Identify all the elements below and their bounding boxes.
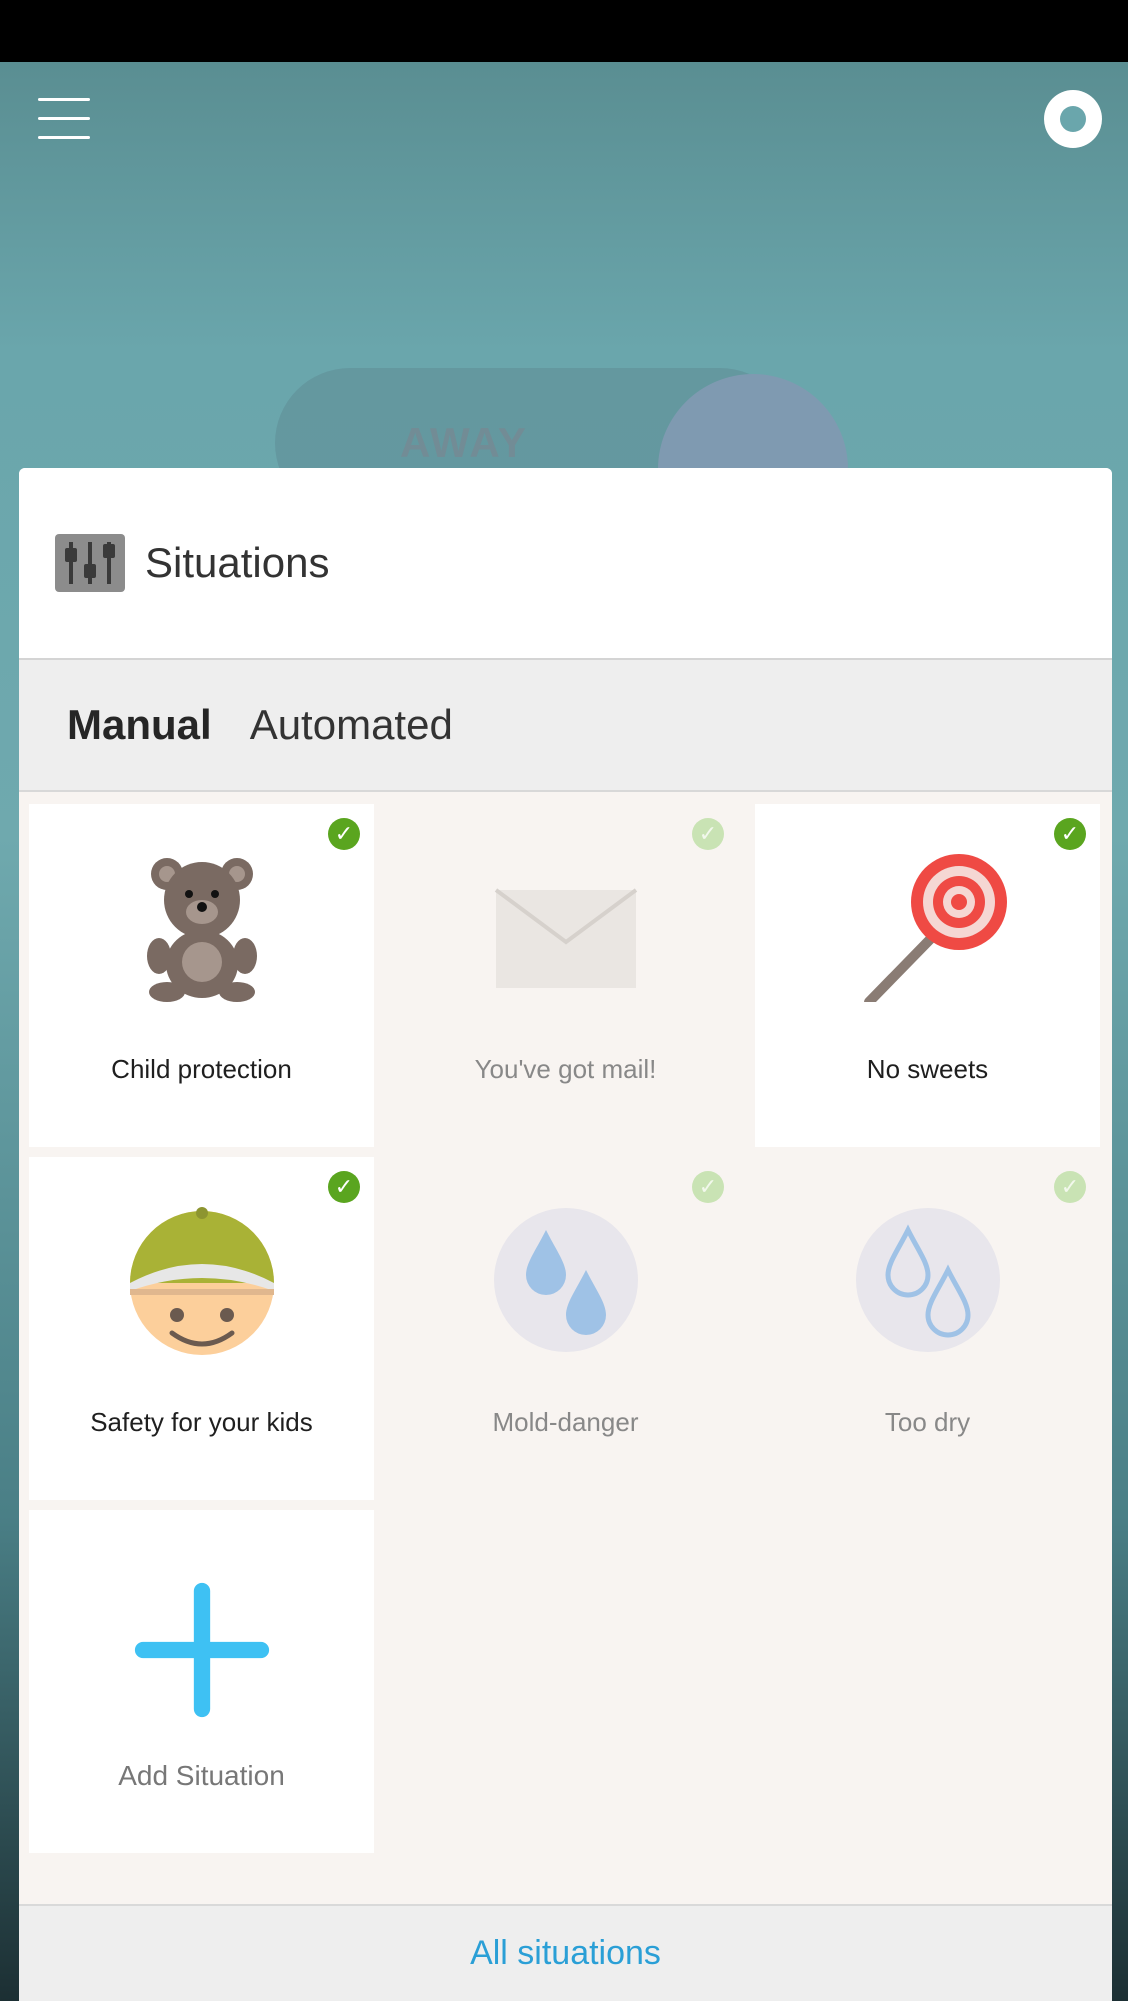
kid-face-icon bbox=[129, 1207, 274, 1355]
all-situations-link[interactable]: All situations bbox=[470, 1934, 661, 1973]
check-icon: ✓ bbox=[692, 1171, 724, 1203]
situation-label: No sweets bbox=[866, 1054, 989, 1084]
situation-label: Mold-danger bbox=[492, 1407, 639, 1437]
envelope-icon bbox=[494, 888, 637, 988]
hamburger-menu-icon bbox=[38, 98, 90, 101]
sheet-header: Situations bbox=[19, 468, 1112, 660]
teddy-bear-icon bbox=[146, 858, 257, 1002]
menu-button[interactable] bbox=[38, 98, 90, 142]
sheet-footer: All situations bbox=[19, 1904, 1112, 2001]
tab-automated[interactable]: Automated bbox=[250, 701, 453, 749]
plus-icon bbox=[134, 1582, 269, 1718]
situation-tile-too-dry[interactable]: ✓ Too dry bbox=[755, 1157, 1100, 1500]
check-icon: ✓ bbox=[692, 818, 724, 850]
situation-label: You've got mail! bbox=[474, 1054, 657, 1084]
outline-drops-icon bbox=[855, 1208, 1000, 1352]
lollipop-icon bbox=[864, 854, 1008, 1002]
tab-manual[interactable]: Manual bbox=[67, 701, 212, 749]
water-drops-icon bbox=[493, 1208, 638, 1352]
equalizer-sliders-icon bbox=[55, 534, 125, 592]
situation-label: Child protection bbox=[111, 1054, 292, 1084]
add-situation-label: Add Situation bbox=[118, 1760, 285, 1791]
situation-label: Too dry bbox=[884, 1407, 971, 1437]
check-icon: ✓ bbox=[1054, 818, 1086, 850]
situation-label: Safety for your kids bbox=[90, 1407, 313, 1437]
background-mode-label: AWAY bbox=[400, 419, 528, 466]
situation-tile-child-protection[interactable]: ✓ Child protection bbox=[29, 804, 374, 1147]
sheet-title: Situations bbox=[145, 539, 330, 586]
situation-tile-mold-danger[interactable]: ✓ Mold-danger bbox=[393, 1157, 738, 1500]
add-situation-tile[interactable]: Add Situation bbox=[29, 1510, 374, 1853]
situation-tile-mail[interactable]: ✓ You've got mail! bbox=[393, 804, 738, 1147]
situations-sheet: Situations Manual Automated ✓ Child prot… bbox=[19, 468, 1112, 2001]
status-bar bbox=[0, 0, 1128, 62]
check-icon: ✓ bbox=[328, 1171, 360, 1203]
check-icon: ✓ bbox=[328, 818, 360, 850]
situation-tile-kids-safety[interactable]: ✓ Safety for your kids bbox=[29, 1157, 374, 1500]
situation-tile-no-sweets[interactable]: ✓ No sweets bbox=[755, 804, 1100, 1147]
check-icon: ✓ bbox=[1054, 1171, 1086, 1203]
directional-pad-icon[interactable] bbox=[1044, 90, 1102, 148]
tab-bar: Manual Automated bbox=[19, 660, 1112, 792]
